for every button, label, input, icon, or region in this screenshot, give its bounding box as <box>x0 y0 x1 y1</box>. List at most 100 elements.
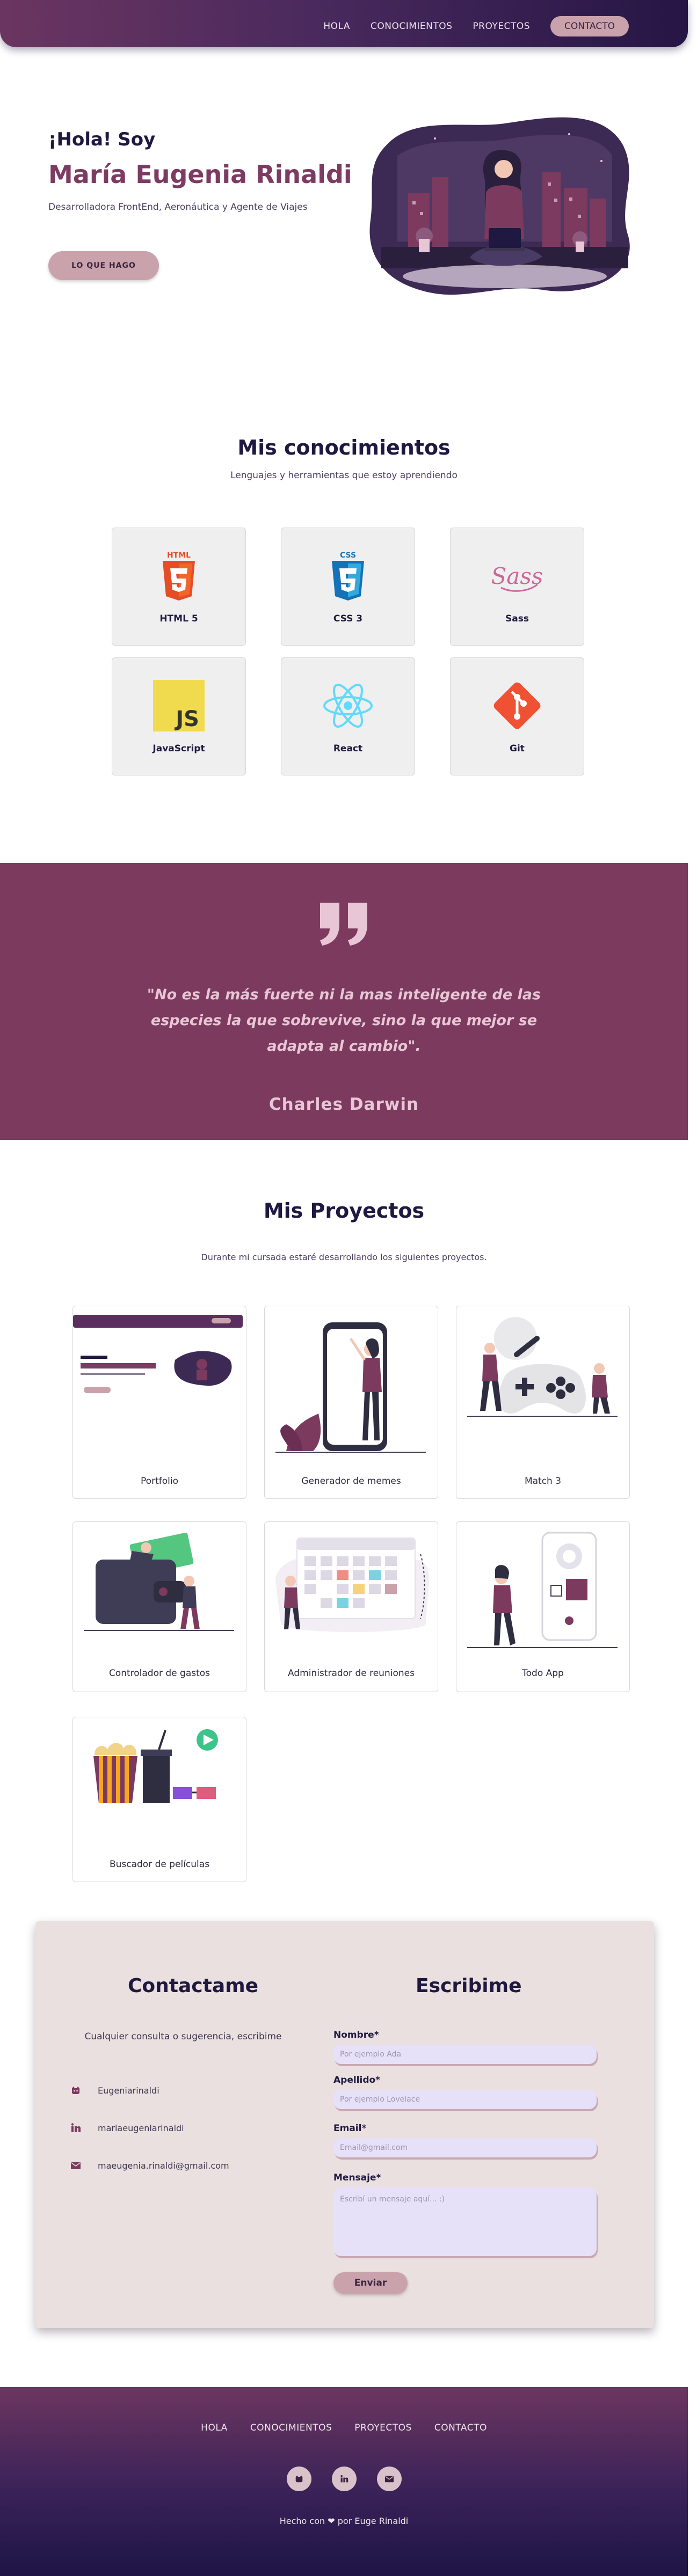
email-icon <box>384 2476 394 2483</box>
project-card-todo[interactable]: Todo App <box>456 1521 630 1692</box>
project-label: Buscador de películas <box>109 1859 210 1870</box>
footer-linkedin-button[interactable] <box>331 2467 357 2491</box>
nav-link-proyectos[interactable]: PROYECTOS <box>473 21 530 32</box>
skill-label: Git <box>510 743 525 754</box>
hero-name: María Eugenia Rinaldi <box>48 160 352 189</box>
nav-link-conocimientos[interactable]: CONOCIMIENTOS <box>371 21 452 32</box>
projects-title: Mis Proyectos <box>263 1199 425 1223</box>
footer-link-hola[interactable]: HOLA <box>201 2423 228 2433</box>
skills-title: Mis conocimientos <box>237 436 451 459</box>
hero-illustration <box>369 117 630 295</box>
projects-subtitle: Durante mi cursada estaré desarrollando … <box>201 1252 487 1262</box>
todo-thumbnail <box>467 1532 618 1648</box>
footer-link-proyectos[interactable]: PROYECTOS <box>354 2423 412 2433</box>
project-card-portfolio[interactable]: Portfolio <box>72 1306 246 1499</box>
submit-button[interactable]: Enviar <box>333 2272 408 2294</box>
nav-contact-button[interactable]: CONTACTO <box>550 16 629 36</box>
message-textarea[interactable]: Escribí un mensaje aquí... :) <box>333 2187 597 2256</box>
footer-social <box>0 2467 688 2491</box>
nav-link-hola[interactable]: HOLA <box>323 21 350 32</box>
skill-label: JavaScript <box>153 743 205 754</box>
project-card-match3[interactable]: Match 3 <box>456 1306 630 1499</box>
project-label: Todo App <box>522 1668 564 1679</box>
skills-subtitle: Lenguajes y herramientas que estoy apren… <box>230 470 458 481</box>
email-label: Email* <box>333 2123 367 2134</box>
sass-icon: Sass <box>491 563 543 592</box>
footer-nav: HOLA CONOCIMIENTOS PROYECTOS CONTACTO <box>0 2423 688 2433</box>
contact-github-text: Eugeniarinaldi <box>98 2085 159 2096</box>
project-label: Match 3 <box>524 1476 562 1487</box>
peliculas-thumbnail <box>93 1729 218 1803</box>
match3-thumbnail <box>467 1317 618 1417</box>
svg-text:CSS: CSS <box>340 551 356 560</box>
name-label: Nombre* <box>333 2030 379 2040</box>
nav-links: HOLA CONOCIMIENTOS PROYECTOS CONTACTO <box>323 16 629 36</box>
skills-grid: HTML HTML 5 CSS CSS 3 Sass Sass JS JavaS… <box>112 528 584 775</box>
quote-section: "No es la más fuerte ni la mas inteligen… <box>0 863 688 1140</box>
portfolio-thumbnail <box>73 1315 243 1393</box>
skill-card-react: React <box>281 657 415 775</box>
form-title: Escribime <box>416 1975 522 1997</box>
svg-text:HTML: HTML <box>167 551 191 560</box>
quote-text: "No es la más fuerte ni la mas inteligen… <box>147 986 541 1055</box>
footer-link-contacto[interactable]: CONTACTO <box>434 2423 487 2433</box>
project-label: Administrador de reuniones <box>288 1668 415 1679</box>
skill-label: Sass <box>505 613 529 624</box>
contact-title: Contactame <box>128 1975 259 1997</box>
svg-text:JS: JS <box>174 707 199 731</box>
contact-email-text: maeugenia.rinaldi@gmail.com <box>98 2160 229 2171</box>
project-card-gastos[interactable]: Controlador de gastos <box>72 1521 246 1692</box>
project-label: Generador de memes <box>301 1476 401 1487</box>
contact-linkedin[interactable]: mariaeugenlarinaldi <box>70 2122 184 2134</box>
credit-suffix: por Euge Rinaldi <box>337 2516 409 2526</box>
quote-icon <box>320 903 367 946</box>
contact-github[interactable]: Eugeniarinaldi <box>70 2084 159 2096</box>
contact-linkedin-text: mariaeugenlarinaldi <box>98 2123 184 2133</box>
reuniones-thumbnail <box>275 1538 430 1632</box>
skill-label: React <box>333 743 363 754</box>
email-input[interactable]: Email@gmail.com <box>333 2138 597 2157</box>
contact-section: Contactame Cualquier consulta o sugerenc… <box>35 1921 654 2328</box>
github-icon <box>295 2475 302 2483</box>
footer-link-conocimientos[interactable]: CONOCIMIENTOS <box>250 2423 332 2433</box>
skill-card-git: Git <box>450 657 584 775</box>
footer-github-button[interactable] <box>286 2467 311 2491</box>
contact-subtitle: Cualquier consulta o sugerencia, escribi… <box>84 2031 282 2042</box>
hero-button[interactable]: LO QUE HAGO <box>48 251 159 280</box>
project-label: Controlador de gastos <box>108 1668 210 1679</box>
project-card-reuniones[interactable]: Administrador de reuniones <box>264 1521 438 1692</box>
linkedin-icon <box>70 2122 82 2134</box>
top-navbar: HOLA CONOCIMIENTOS PROYECTOS CONTACTO <box>0 0 688 47</box>
name-input[interactable]: Por ejemplo Ada <box>333 2045 597 2064</box>
hero-role: Desarrolladora FrontEnd, Aeronáutica y A… <box>48 202 308 213</box>
project-card-peliculas[interactable]: Buscador de películas <box>72 1717 246 1882</box>
react-icon <box>323 684 373 728</box>
message-label: Mensaje* <box>333 2172 381 2183</box>
quote-author: Charles Darwin <box>268 1095 419 1114</box>
lastname-label: Apellido* <box>333 2075 381 2085</box>
skill-card-sass: Sass Sass <box>450 528 584 646</box>
contact-email[interactable]: maeugenia.rinaldi@gmail.com <box>70 2160 229 2171</box>
footer-credit: Hecho con ❤ por Euge Rinaldi <box>0 2516 688 2526</box>
gastos-thumbnail <box>84 1532 234 1631</box>
skill-card-html5: HTML HTML 5 <box>112 528 246 646</box>
email-icon <box>70 2160 82 2171</box>
linkedin-icon <box>340 2475 348 2483</box>
github-icon <box>70 2084 82 2096</box>
skill-card-css3: CSS CSS 3 <box>281 528 415 646</box>
git-icon <box>493 682 541 729</box>
lastname-input[interactable]: Por ejemplo Lovelace <box>333 2090 597 2109</box>
footer-email-button[interactable] <box>376 2467 402 2491</box>
heart-icon: ❤ <box>328 2516 335 2526</box>
footer: HOLA CONOCIMIENTOS PROYECTOS CONTACTO He… <box>0 2387 688 2576</box>
css3-icon: CSS <box>332 551 364 601</box>
hero-greeting: ¡Hola! Soy <box>48 129 156 150</box>
skill-label: HTML 5 <box>159 613 198 624</box>
project-card-memes[interactable]: Generador de memes <box>264 1306 438 1499</box>
project-label: Portfolio <box>141 1476 178 1487</box>
javascript-icon: JS <box>153 680 205 731</box>
memes-thumbnail <box>275 1322 426 1453</box>
credit-prefix: Hecho con <box>279 2516 325 2526</box>
html5-icon: HTML <box>163 551 195 601</box>
skill-card-javascript: JS JavaScript <box>112 657 246 775</box>
